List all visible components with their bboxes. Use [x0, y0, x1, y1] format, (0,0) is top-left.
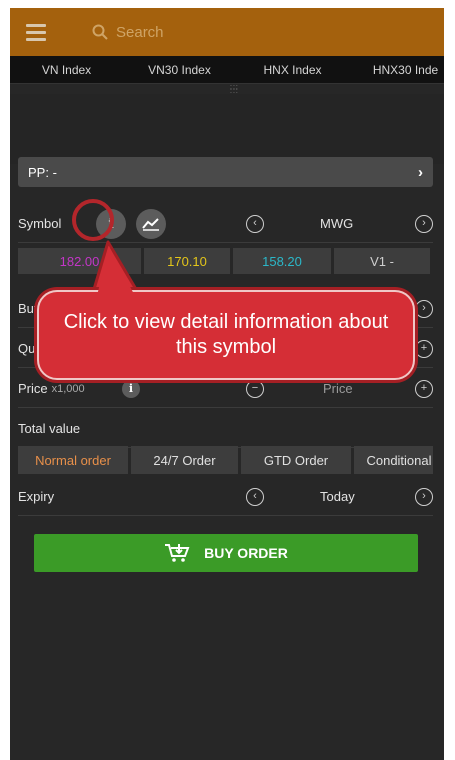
total-value-label: Total value: [18, 421, 81, 436]
index-item-vn30[interactable]: VN30 Index: [123, 63, 236, 77]
ceiling-price[interactable]: 182.00: [18, 248, 141, 274]
tooltip-callout: Click to view detail information about t…: [37, 290, 415, 380]
total-value-row: Total value: [18, 410, 433, 448]
price-strip: 182.00 170.10 158.20 V1 -: [18, 248, 433, 274]
index-bar: VN Index VN30 Index HNX Index HNX30 Inde: [10, 56, 444, 84]
info-highlight-ring: [72, 199, 114, 241]
search-icon: [92, 24, 108, 40]
search-placeholder: Search: [116, 23, 164, 41]
floor-price-value: 158.20: [262, 253, 302, 269]
volume-value: V1 -: [370, 253, 394, 269]
expiry-value[interactable]: Today: [320, 489, 355, 504]
plus-icon[interactable]: +: [415, 339, 433, 358]
pp-label: PP: -: [28, 164, 57, 180]
expiry-row: Expiry ‹ Today ›: [18, 478, 433, 516]
chevron-left-icon[interactable]: ‹: [246, 214, 264, 233]
search-input[interactable]: Search: [92, 24, 164, 41]
callout-text: Click to view detail information about t…: [63, 311, 389, 358]
price-unit: x1,000: [51, 382, 85, 395]
symbol-label: Symbol: [18, 216, 62, 231]
tab-24-7-order[interactable]: 24/7 Order: [131, 446, 238, 474]
tab-conditional-order[interactable]: Conditional: [354, 446, 433, 474]
ceiling-price-value: 182.00: [59, 253, 100, 269]
drag-handle[interactable]: ::::::: [230, 84, 244, 95]
chevron-left-icon[interactable]: ‹: [246, 487, 264, 506]
volume-box[interactable]: V1 -: [334, 248, 430, 274]
chevron-right-icon: ›: [418, 163, 423, 181]
top-bar: Search: [10, 8, 444, 56]
floor-price[interactable]: 158.20: [233, 248, 331, 274]
price-input[interactable]: Price: [323, 381, 353, 396]
buy-order-button[interactable]: BUY ORDER: [34, 534, 418, 572]
index-item-vn[interactable]: VN Index: [10, 63, 123, 77]
tab-normal-order[interactable]: Normal order: [18, 446, 128, 474]
chevron-right-icon[interactable]: ›: [415, 487, 433, 506]
buy-order-label: BUY ORDER: [204, 545, 288, 561]
minus-icon[interactable]: −: [246, 379, 264, 398]
menu-icon[interactable]: [10, 8, 62, 56]
index-item-hnx30[interactable]: HNX30 Inde: [349, 63, 444, 77]
cart-icon: [165, 544, 190, 562]
chevron-right-icon[interactable]: ›: [415, 299, 433, 318]
expiry-label: Expiry: [18, 489, 55, 504]
reference-price[interactable]: 170.10: [144, 248, 230, 274]
tab-gtd-order[interactable]: GTD Order: [241, 446, 351, 474]
chart-icon[interactable]: [136, 208, 166, 239]
price-info-icon[interactable]: i: [122, 379, 140, 398]
chart-placeholder-area: [10, 94, 444, 164]
chevron-right-icon[interactable]: ›: [415, 214, 433, 233]
reference-price-value: 170.10: [167, 253, 207, 269]
order-type-tabs: Normal order 24/7 Order GTD Order Condit…: [18, 446, 433, 474]
plus-icon[interactable]: +: [415, 379, 433, 398]
index-item-hnx[interactable]: HNX Index: [236, 63, 349, 77]
symbol-value[interactable]: MWG: [320, 216, 353, 231]
purchasing-power-bar[interactable]: PP: - ›: [18, 157, 433, 187]
price-label: Price: [18, 381, 48, 396]
